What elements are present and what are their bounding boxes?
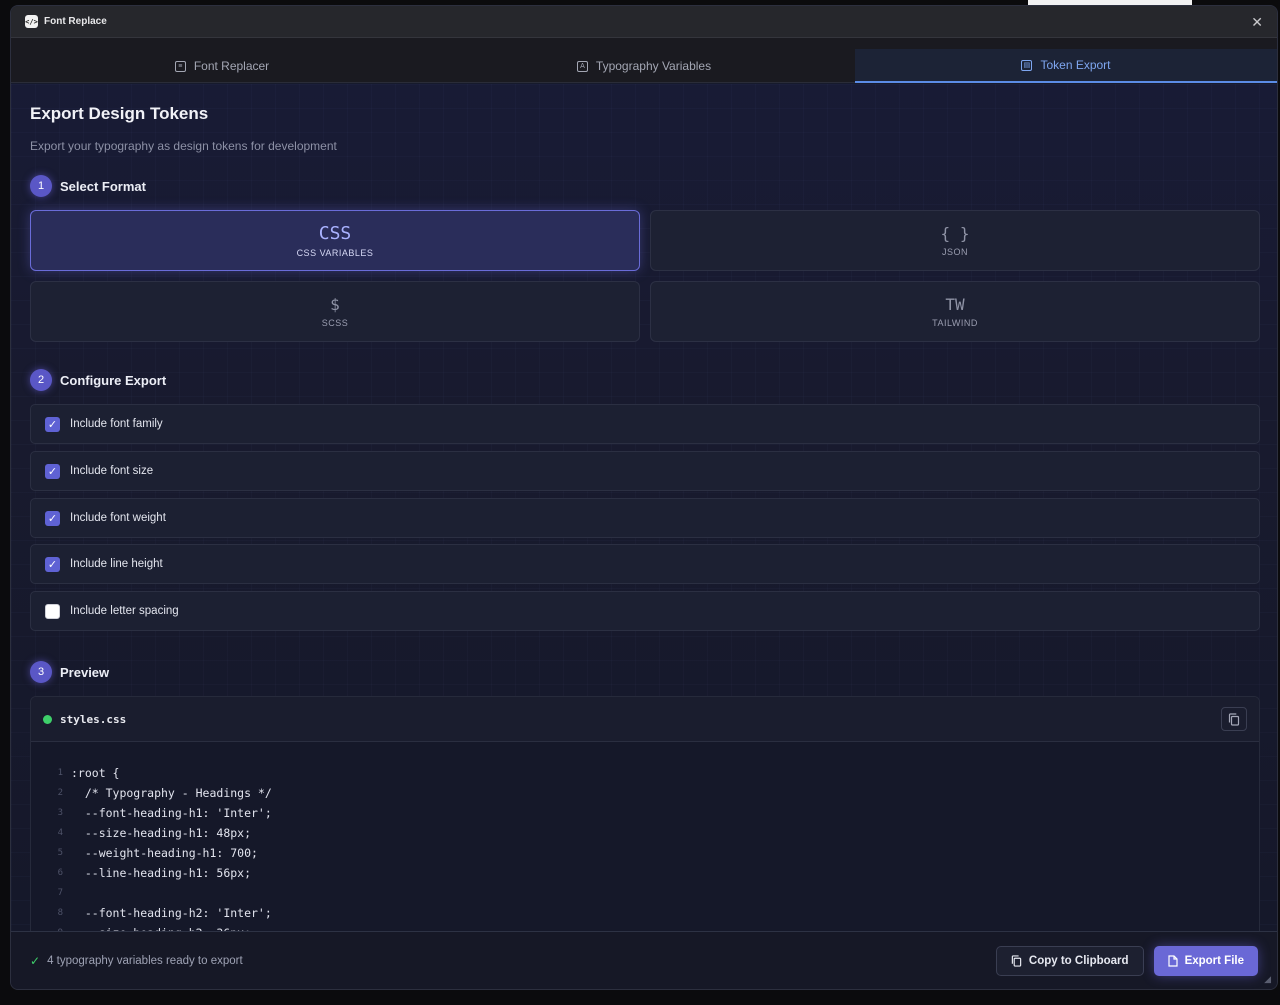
format-label: TAILWIND <box>932 318 978 328</box>
export-file-button[interactable]: Export File <box>1153 945 1258 976</box>
option-font-size[interactable]: ✓ Include font size <box>30 451 1260 491</box>
code-line: 1 :root { <box>31 763 1259 783</box>
button-label: Copy to Clipboard <box>1028 954 1129 967</box>
dollar-icon: $ <box>330 295 340 314</box>
code-line: 8 --font-heading-h2: 'Inter'; <box>31 903 1259 923</box>
close-icon[interactable]: ✕ <box>1251 15 1263 29</box>
section-configure-export: 2 Configure Export <box>30 369 166 391</box>
css-symbol-icon: CSS <box>318 223 352 244</box>
tab-bar: ≡ Font Replacer A Typography Variables ▤… <box>11 38 1277 83</box>
text-block-icon: ≡ <box>174 60 186 72</box>
status-dot <box>43 714 52 724</box>
format-option-json[interactable]: { } JSON <box>650 210 1260 271</box>
option-label: Include line height <box>70 558 163 570</box>
option-label: Include font weight <box>70 512 166 524</box>
code-body: 1 :root { 2 /* Typography - Headings */ … <box>31 763 1259 945</box>
letter-a-icon: A <box>576 60 588 72</box>
braces-icon: { } <box>940 224 970 243</box>
tailwind-symbol-icon: TW <box>945 295 965 314</box>
format-label: JSON <box>941 247 968 257</box>
window-title: Font Replace <box>44 16 107 27</box>
checkbox-checked[interactable]: ✓ <box>45 556 60 572</box>
code-text: --font-heading-h1: 'Inter'; <box>71 806 272 820</box>
button-label: Export File <box>1184 954 1244 967</box>
tab-label: Font Replacer <box>193 59 270 73</box>
checkbox-checked[interactable]: ✓ <box>45 463 60 479</box>
page-title: Export Design Tokens <box>30 104 209 123</box>
copy-icon <box>1011 954 1022 967</box>
code-text: --font-heading-h2: 'Inter'; <box>71 906 272 920</box>
line-number: 7 <box>57 888 63 898</box>
code-line: 4 --size-heading-h1: 48px; <box>31 823 1259 843</box>
step-number: 2 <box>30 369 52 391</box>
code-text: :root { <box>71 766 120 780</box>
option-font-weight[interactable]: ✓ Include font weight <box>30 498 1260 538</box>
line-number: 3 <box>57 808 63 818</box>
format-option-scss[interactable]: $ SCSS <box>30 281 640 342</box>
option-label: Include font family <box>70 418 163 430</box>
export-status: ✓ 4 typography variables ready to export <box>30 954 243 968</box>
code-line: 6 --line-heading-h1: 56px; <box>31 863 1259 883</box>
line-number: 4 <box>57 828 63 838</box>
line-number: 6 <box>57 868 63 878</box>
footer-bar: ✓ 4 typography variables ready to export… <box>11 931 1277 989</box>
section-title: Configure Export <box>60 372 167 388</box>
checkbox-unchecked[interactable] <box>45 603 60 619</box>
page-subtitle: Export your typography as design tokens … <box>30 139 337 153</box>
copy-icon[interactable] <box>1221 707 1247 731</box>
document-icon <box>1167 954 1178 967</box>
step-number: 1 <box>30 175 52 197</box>
main-content: Export Design Tokens Export your typogra… <box>11 84 1277 946</box>
option-letter-spacing[interactable]: Include letter spacing <box>30 591 1260 631</box>
line-number: 1 <box>57 768 63 778</box>
option-font-family[interactable]: ✓ Include font family <box>30 404 1260 444</box>
section-title: Select Format <box>60 178 146 194</box>
tab-label: Typography Variables <box>595 59 712 73</box>
tab-typography-variables[interactable]: A Typography Variables <box>433 49 855 83</box>
option-label: Include letter spacing <box>70 605 179 617</box>
code-text: /* Typography - Headings */ <box>71 786 272 800</box>
file-name: styles.css <box>60 712 127 726</box>
code-text: --weight-heading-h1: 700; <box>71 846 258 860</box>
preview-header: styles.css <box>31 697 1259 742</box>
option-label: Include font size <box>70 465 154 477</box>
code-preview: styles.css 1 :root { 2 /* Typography - H… <box>30 696 1260 946</box>
code-line: 7 <box>31 883 1259 903</box>
checkbox-checked[interactable]: ✓ <box>45 510 60 526</box>
code-line: 3 --font-heading-h1: 'Inter'; <box>31 803 1259 823</box>
tab-label: Token Export <box>1040 58 1111 72</box>
format-label: SCSS <box>321 318 349 328</box>
check-icon: ✓ <box>30 953 41 968</box>
step-number: 3 <box>30 661 52 683</box>
line-number: 5 <box>57 848 63 858</box>
code-icon: </> <box>25 15 38 28</box>
font-replace-window: </> Font Replace ✕ ≡ Font Replacer A Typ… <box>10 5 1278 990</box>
format-option-css[interactable]: CSS CSS VARIABLES <box>30 210 640 271</box>
copy-to-clipboard-button[interactable]: Copy to Clipboard <box>995 945 1144 976</box>
line-number: 8 <box>57 908 63 918</box>
tab-token-export[interactable]: ▤ Token Export <box>855 49 1277 83</box>
resize-grip-icon[interactable]: ◢ <box>1264 974 1271 985</box>
code-line: 5 --weight-heading-h1: 700; <box>31 843 1259 863</box>
option-line-height[interactable]: ✓ Include line height <box>30 544 1260 584</box>
title-bar: </> Font Replace ✕ <box>11 6 1277 38</box>
document-icon: ▤ <box>1021 59 1033 71</box>
code-line: 2 /* Typography - Headings */ <box>31 783 1259 803</box>
checkbox-checked[interactable]: ✓ <box>45 416 60 432</box>
code-text: --size-heading-h1: 48px; <box>71 826 252 840</box>
section-select-format: 1 Select Format <box>30 175 146 197</box>
line-number: 2 <box>57 788 63 798</box>
code-text: --line-heading-h1: 56px; <box>71 866 252 880</box>
section-title: Preview <box>60 664 110 680</box>
format-option-tailwind[interactable]: TW TAILWIND <box>650 281 1260 342</box>
format-label: CSS VARIABLES <box>296 248 374 258</box>
tab-font-replacer[interactable]: ≡ Font Replacer <box>11 49 433 83</box>
section-preview: 3 Preview <box>30 661 109 683</box>
status-text: 4 typography variables ready to export <box>47 954 243 967</box>
